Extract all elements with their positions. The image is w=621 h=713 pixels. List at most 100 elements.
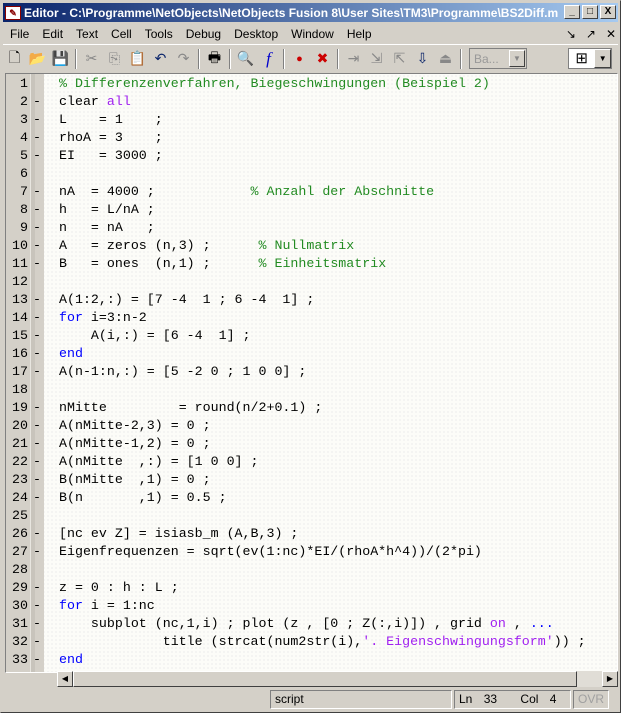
chevron-down-icon[interactable]: ▼ bbox=[509, 50, 525, 67]
step-in-icon[interactable]: ⇲ bbox=[365, 48, 388, 70]
breakpoint-marker[interactable]: - bbox=[33, 309, 41, 327]
menu-tools[interactable]: Tools bbox=[138, 27, 179, 41]
dock-icon[interactable]: ↘ bbox=[566, 27, 576, 41]
breakpoint-marker[interactable]: - bbox=[33, 201, 41, 219]
code-line[interactable]: 19-nMitte = round(n/2+0.1) ; bbox=[6, 399, 606, 417]
code-line[interactable]: 29-z = 0 : h : L ; bbox=[6, 579, 606, 597]
open-file-icon[interactable]: 📂 bbox=[26, 48, 49, 70]
code-line[interactable]: 8-h = L/nA ; bbox=[6, 201, 606, 219]
undo-icon[interactable]: ↶ bbox=[149, 48, 172, 70]
breakpoint-marker[interactable]: - bbox=[33, 327, 41, 345]
menu-file[interactable]: File bbox=[3, 27, 35, 41]
code-line[interactable]: 17-A(n-1:n,:) = [5 -2 0 ; 1 0 0] ; bbox=[6, 363, 606, 381]
close-document-icon[interactable]: ✕ bbox=[606, 27, 616, 41]
breakpoint-marker[interactable]: - bbox=[33, 633, 41, 651]
code-line[interactable]: 18 bbox=[6, 381, 606, 399]
breakpoint-marker[interactable]: - bbox=[33, 399, 41, 417]
continue-icon[interactable]: ⇩ bbox=[411, 48, 434, 70]
breakpoint-marker[interactable]: - bbox=[33, 219, 41, 237]
maximize-button[interactable]: □ bbox=[582, 5, 598, 19]
code-line[interactable]: 11-B = ones (n,1) ; % Einheitsmatrix bbox=[6, 255, 606, 273]
code-line[interactable]: 21-A(nMitte-1,2) = 0 ; bbox=[6, 435, 606, 453]
code-line[interactable]: 23-B(nMitte ,1) = 0 ; bbox=[6, 471, 606, 489]
code-line[interactable]: 6 bbox=[6, 165, 606, 183]
copy-icon[interactable]: ⎘ bbox=[103, 48, 126, 70]
code-line[interactable]: 4-rhoA = 3 ; bbox=[6, 129, 606, 147]
code-line[interactable]: 13-A(1:2,:) = [7 -4 1 ; 6 -4 1] ; bbox=[6, 291, 606, 309]
code-line[interactable]: 30-for i = 1:nc bbox=[6, 597, 606, 615]
code-line[interactable]: 2-clear all bbox=[6, 93, 606, 111]
code-line[interactable]: 24-B(n ,1) = 0.5 ; bbox=[6, 489, 606, 507]
code-line[interactable]: 32- title (strcat(num2str(i),'. Eigensch… bbox=[6, 633, 606, 651]
horizontal-scrollbar[interactable]: ◀ ▶ bbox=[57, 671, 618, 687]
code-line[interactable]: 26-[nc ev Z] = isiasb_m (A,B,3) ; bbox=[6, 525, 606, 543]
redo-icon[interactable]: ↷ bbox=[172, 48, 195, 70]
clear-breakpoints-icon[interactable]: ✖ bbox=[311, 48, 334, 70]
menu-text[interactable]: Text bbox=[69, 27, 104, 41]
menu-help[interactable]: Help bbox=[340, 27, 378, 41]
cut-icon[interactable]: ✂ bbox=[80, 48, 103, 70]
breakpoint-marker[interactable]: - bbox=[33, 111, 41, 129]
breakpoint-marker[interactable]: - bbox=[33, 147, 41, 165]
code-line[interactable]: 16-end bbox=[6, 345, 606, 363]
breakpoint-marker[interactable]: - bbox=[33, 417, 41, 435]
code-line[interactable]: 20-A(nMitte-2,3) = 0 ; bbox=[6, 417, 606, 435]
breakpoint-marker[interactable]: - bbox=[33, 651, 41, 669]
menu-desktop[interactable]: Desktop bbox=[227, 27, 284, 41]
code-line[interactable]: 14-for i=3:n-2 bbox=[6, 309, 606, 327]
breakpoint-marker[interactable]: - bbox=[33, 255, 41, 273]
code-line[interactable]: 25 bbox=[6, 507, 606, 525]
breakpoint-marker[interactable]: - bbox=[33, 543, 41, 561]
code-line[interactable]: 28 bbox=[6, 561, 606, 579]
breakpoint-marker[interactable]: - bbox=[33, 489, 41, 507]
code-line[interactable]: 9-n = nA ; bbox=[6, 219, 606, 237]
minimize-button[interactable]: _ bbox=[564, 5, 580, 19]
breakpoint-marker[interactable]: - bbox=[33, 453, 41, 471]
scrollbar-thumb[interactable] bbox=[73, 671, 577, 687]
breakpoint-marker[interactable]: - bbox=[33, 93, 41, 111]
breakpoint-marker[interactable]: - bbox=[33, 363, 41, 381]
code-line[interactable]: 3-L = 1 ; bbox=[6, 111, 606, 129]
menu-edit[interactable]: Edit bbox=[35, 27, 69, 41]
breakpoint-marker[interactable]: - bbox=[33, 435, 41, 453]
undock-icon[interactable]: ↗ bbox=[586, 27, 596, 41]
find-binoculars-icon[interactable]: 🔍 bbox=[234, 48, 257, 70]
save-icon[interactable]: 💾 bbox=[49, 48, 72, 70]
new-file-icon[interactable]: 🗋 bbox=[3, 48, 26, 70]
code-editor[interactable]: 1% Differenzenverfahren, Biegeschwingung… bbox=[5, 73, 618, 673]
code-line[interactable]: 27-Eigenfrequenzen = sqrt(ev(1:nc)*EI/(r… bbox=[6, 543, 606, 561]
menu-debug[interactable]: Debug bbox=[179, 27, 227, 41]
breakpoint-marker[interactable]: - bbox=[33, 525, 41, 543]
breakpoint-marker[interactable]: - bbox=[33, 579, 41, 597]
close-button[interactable]: X bbox=[600, 5, 616, 19]
exit-debug-icon[interactable]: ⏏ bbox=[434, 48, 457, 70]
breakpoint-marker[interactable]: - bbox=[33, 471, 41, 489]
breakpoint-marker[interactable]: - bbox=[33, 345, 41, 363]
code-line[interactable]: 10-A = zeros (n,3) ; % Nullmatrix bbox=[6, 237, 606, 255]
breakpoint-marker[interactable]: - bbox=[33, 237, 41, 255]
chevron-down-icon[interactable]: ▼ bbox=[594, 49, 611, 68]
layout-select[interactable]: ⊞ ▼ bbox=[568, 48, 612, 69]
print-icon[interactable]: 🖶 bbox=[203, 48, 226, 70]
breakpoint-marker[interactable]: - bbox=[33, 615, 41, 633]
function-icon[interactable]: f bbox=[257, 48, 280, 70]
code-line[interactable]: 22-A(nMitte ,:) = [1 0 0] ; bbox=[6, 453, 606, 471]
scroll-right-button[interactable]: ▶ bbox=[602, 671, 618, 687]
paste-icon[interactable]: 📋 bbox=[126, 48, 149, 70]
code-line[interactable]: 31- subplot (nc,1,i) ; plot (z , [0 ; Z(… bbox=[6, 615, 606, 633]
code-line[interactable]: 33-end bbox=[6, 651, 606, 669]
code-line[interactable]: 1% Differenzenverfahren, Biegeschwingung… bbox=[6, 75, 606, 93]
set-breakpoint-icon[interactable]: ● bbox=[288, 48, 311, 70]
code-line[interactable]: 15- A(i,:) = [6 -4 1] ; bbox=[6, 327, 606, 345]
breakpoint-marker[interactable]: - bbox=[33, 129, 41, 147]
step-icon[interactable]: ⇥ bbox=[342, 48, 365, 70]
menu-cell[interactable]: Cell bbox=[104, 27, 138, 41]
code-line[interactable]: 7-nA = 4000 ; % Anzahl der Abschnitte bbox=[6, 183, 606, 201]
menu-window[interactable]: Window bbox=[284, 27, 340, 41]
code-line[interactable]: 5-EI = 3000 ; bbox=[6, 147, 606, 165]
code-line[interactable]: 12 bbox=[6, 273, 606, 291]
stack-select[interactable]: Ba... ▼ bbox=[469, 48, 527, 69]
breakpoint-marker[interactable]: - bbox=[33, 183, 41, 201]
breakpoint-marker[interactable]: - bbox=[33, 597, 41, 615]
step-out-icon[interactable]: ⇱ bbox=[388, 48, 411, 70]
